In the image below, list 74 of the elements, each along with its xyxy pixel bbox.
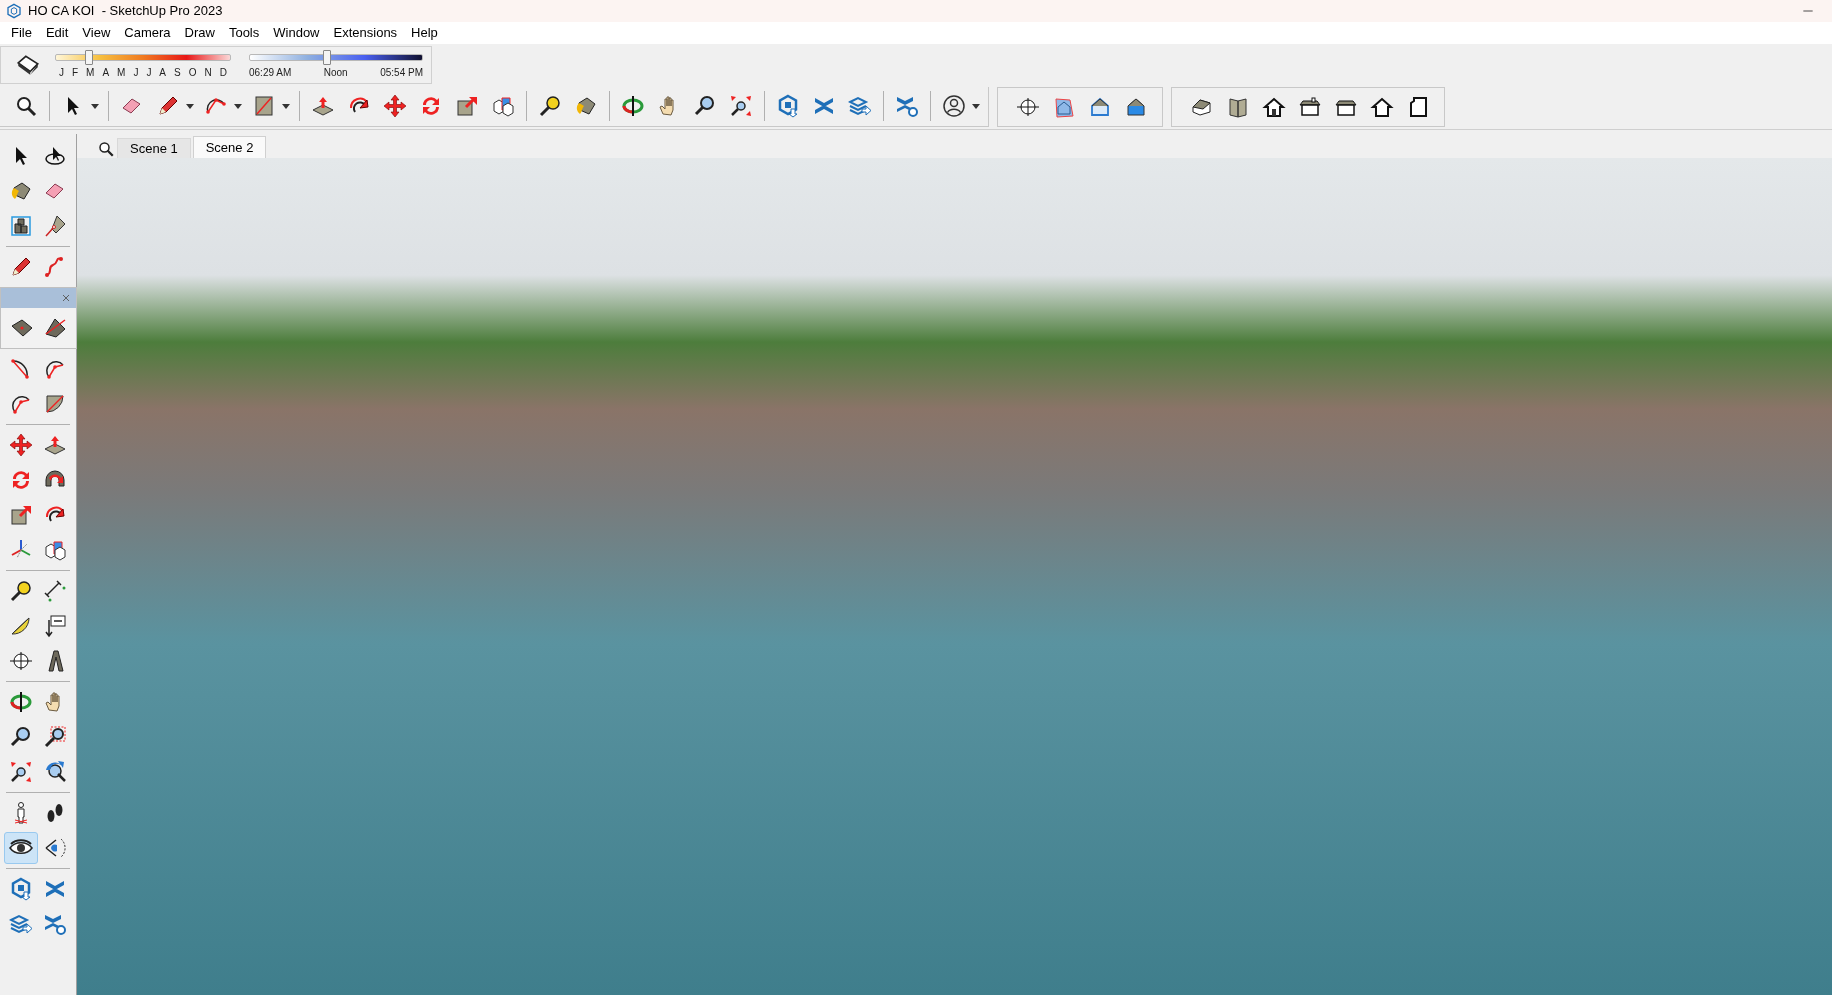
magnifier-icon bbox=[9, 725, 33, 749]
menu-item[interactable]: Camera bbox=[117, 23, 178, 43]
menu-item[interactable]: Edit bbox=[38, 23, 76, 43]
caret-icon[interactable] bbox=[91, 103, 99, 109]
month-label: O bbox=[188, 67, 197, 78]
month-label: S bbox=[174, 67, 181, 78]
month-label: A bbox=[159, 67, 167, 78]
menu-item[interactable]: Window bbox=[266, 23, 327, 43]
month-label: A bbox=[102, 67, 110, 78]
search-icon[interactable] bbox=[97, 140, 115, 158]
quad-icon[interactable] bbox=[43, 316, 68, 340]
menu-item[interactable]: Extensions bbox=[326, 23, 405, 43]
month-label: J bbox=[146, 67, 152, 78]
app-logo-icon bbox=[6, 3, 22, 19]
window-title: HO CA KOI - SketchUp Pro 2023 bbox=[28, 2, 223, 21]
house-icon[interactable] bbox=[1298, 94, 1322, 119]
tool-button[interactable] bbox=[4, 832, 38, 864]
pencil-icon bbox=[9, 255, 33, 279]
orbit-icon[interactable] bbox=[621, 94, 645, 118]
3d-model-render[interactable] bbox=[77, 158, 1832, 995]
caret-icon[interactable] bbox=[972, 103, 980, 109]
slider-thumb[interactable] bbox=[323, 50, 332, 65]
month-label: N bbox=[204, 67, 212, 78]
month-label: J bbox=[133, 67, 139, 78]
caret-icon[interactable] bbox=[234, 103, 242, 109]
magnifier-icon[interactable] bbox=[693, 94, 717, 118]
four-way-arrow-icon[interactable] bbox=[383, 94, 407, 118]
menu-item[interactable]: File bbox=[4, 23, 39, 43]
hexagon-download-icon bbox=[9, 877, 33, 901]
time-label: 06:29 AM bbox=[249, 67, 292, 78]
menu-item[interactable]: View bbox=[75, 23, 118, 43]
month-label: J bbox=[59, 67, 64, 78]
tag-icon bbox=[43, 214, 67, 238]
time-label: 05:54 PM bbox=[380, 67, 423, 78]
crosshair-icon bbox=[9, 649, 33, 673]
cubes-icon[interactable] bbox=[491, 94, 515, 118]
month-label: D bbox=[219, 67, 227, 78]
caret-icon[interactable] bbox=[186, 103, 194, 109]
scene-tab[interactable]: Scene 1 bbox=[117, 138, 191, 158]
tape-measure-icon[interactable] bbox=[538, 94, 562, 118]
scale-box-icon[interactable] bbox=[455, 94, 479, 118]
close-icon[interactable] bbox=[60, 292, 72, 304]
user-circle-icon[interactable] bbox=[942, 94, 966, 118]
text-label-icon bbox=[43, 614, 67, 638]
layers-arrow-icon[interactable] bbox=[848, 94, 872, 118]
four-way-arrow-icon bbox=[9, 433, 33, 457]
component-cubes-icon bbox=[9, 214, 33, 238]
slider-thumb[interactable] bbox=[85, 50, 94, 65]
zoom-window-icon bbox=[43, 725, 67, 749]
magnifier-back-icon bbox=[43, 760, 67, 784]
dimension-icon bbox=[43, 579, 67, 603]
zoom-extents-icon bbox=[9, 760, 33, 784]
zoom-extents-icon[interactable] bbox=[729, 94, 753, 118]
eye-angle-icon bbox=[43, 836, 67, 860]
layers-arrow-icon bbox=[9, 912, 33, 936]
month-label: M bbox=[86, 67, 95, 78]
scale-box-icon bbox=[9, 503, 33, 527]
month-label: M bbox=[117, 67, 126, 78]
scene-tab[interactable]: Scene 2 bbox=[192, 136, 267, 158]
search-icon[interactable] bbox=[14, 94, 38, 118]
menu-item[interactable]: Draw bbox=[177, 23, 222, 43]
pencil-icon[interactable] bbox=[156, 94, 180, 118]
hexagon-download-icon[interactable] bbox=[776, 94, 800, 118]
time-label: Noon bbox=[323, 67, 348, 78]
pie-slice-icon bbox=[43, 392, 67, 416]
month-label: F bbox=[72, 67, 79, 78]
rectangle-icon[interactable] bbox=[252, 94, 276, 118]
menu-item[interactable]: Tools bbox=[221, 23, 267, 43]
caret-icon[interactable] bbox=[282, 103, 290, 109]
protractor-icon bbox=[9, 614, 33, 638]
cubes-icon bbox=[43, 538, 67, 562]
menu-item[interactable]: Help bbox=[404, 23, 445, 43]
tape-measure-icon bbox=[9, 579, 33, 603]
orbit-icon bbox=[9, 690, 33, 714]
